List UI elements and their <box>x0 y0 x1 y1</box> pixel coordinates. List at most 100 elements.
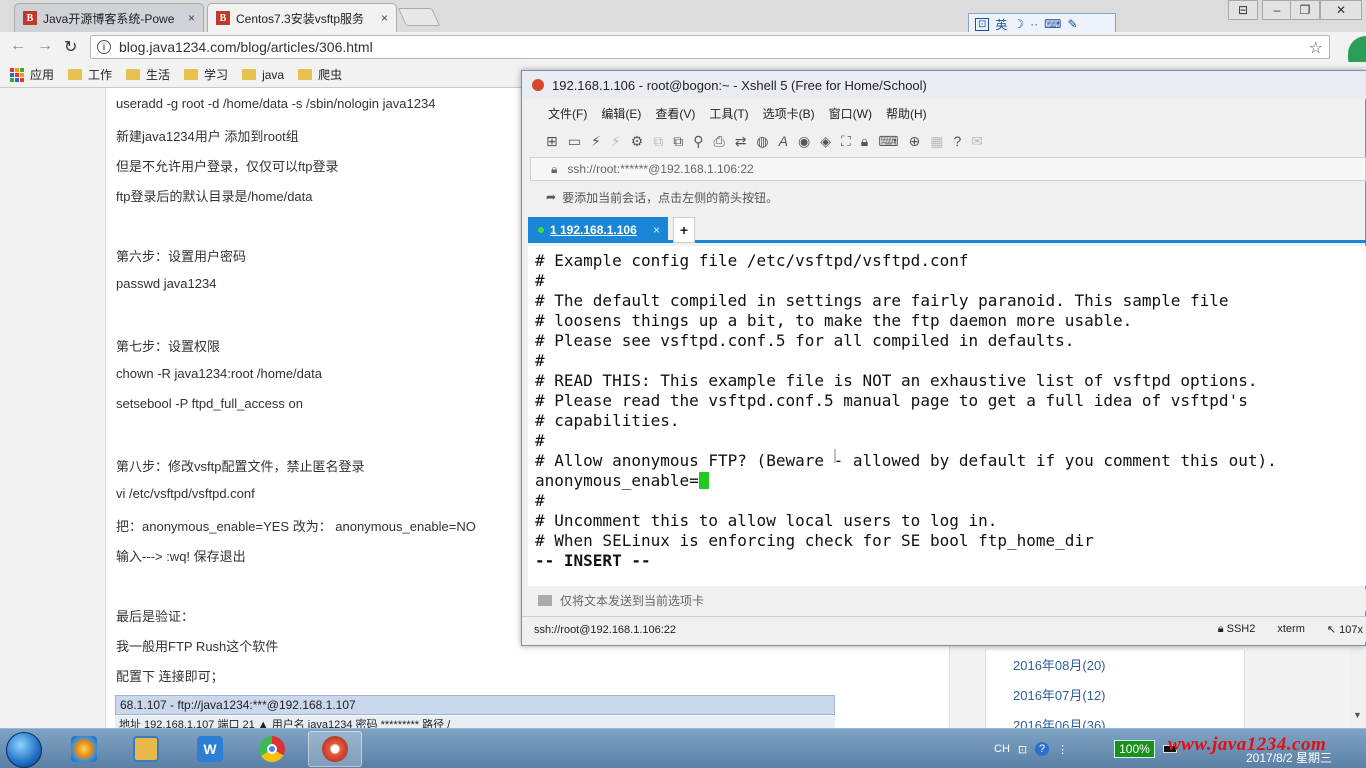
ime-icon[interactable]: ⊡ <box>1018 743 1027 756</box>
add-session-arrow-icon[interactable]: ➦ <box>546 190 556 204</box>
session-address-text[interactable]: ssh://root:******@192.168.1.106:22 <box>567 162 753 176</box>
terminal-line: # capabilities. <box>535 411 680 430</box>
terminal-line: # Uncomment this to allow local users to… <box>535 511 998 530</box>
menu-file[interactable]: 文件(F) <box>548 105 587 122</box>
bookmark-folder-crawler[interactable]: 爬虫 <box>298 66 342 83</box>
chat-icon[interactable]: ✉ <box>971 133 983 150</box>
compose-icon[interactable] <box>538 594 552 606</box>
session-tab[interactable]: 1 192.168.1.106 × <box>528 217 668 243</box>
article-line: vi /etc/vsftpd/vsftpd.conf <box>116 486 255 501</box>
vim-mode-indicator: -- INSERT -- <box>535 551 651 570</box>
site-favicon-icon: B <box>23 11 37 25</box>
bookmark-apps[interactable]: 应用 <box>10 66 54 83</box>
ime-keyboard-icon[interactable]: ⌨ <box>1044 17 1061 31</box>
browser-tab-vsftp[interactable]: B Centos7.3安装vsftp服务 × <box>207 3 397 32</box>
archive-link[interactable]: 2016年08月(20) <box>1013 655 1106 674</box>
bookmark-label: 生活 <box>146 68 171 82</box>
copy-icon[interactable]: ⧉ <box>653 133 663 150</box>
input-language-indicator[interactable]: CH <box>994 743 1010 755</box>
xmanager-icon[interactable]: ◈ <box>820 133 831 150</box>
folder-icon <box>184 69 199 80</box>
session-address-bar[interactable]: 🔒︎ ssh://root:******@192.168.1.106:22 <box>530 157 1366 181</box>
print-icon[interactable]: ⎙ <box>713 133 724 150</box>
address-bar[interactable]: i blog.java1234.com/blog/articles/306.ht… <box>90 35 1330 59</box>
transfer-icon[interactable]: ⇄ <box>735 133 747 150</box>
ime-dots-icon[interactable]: ·· <box>1030 17 1038 31</box>
ftp-rush-screenshot-titlebar: 68.1.107 - ftp://java1234:***@192.168.1.… <box>115 695 835 715</box>
menu-tools[interactable]: 工具(T) <box>709 105 748 122</box>
font-icon[interactable]: A <box>779 133 788 149</box>
new-session-icon[interactable]: ⊞ <box>546 133 558 150</box>
article-line: 第八步：修改vsftp配置文件，禁止匿名登录 <box>116 459 365 474</box>
tab-close-icon[interactable]: × <box>381 11 388 25</box>
find-icon[interactable]: ⚲ <box>693 133 703 150</box>
browser-tab-blog[interactable]: B Java开源博客系统-Powe × <box>14 3 204 32</box>
minimize-button[interactable]: – <box>1262 0 1292 20</box>
url-text[interactable]: blog.java1234.com/blog/articles/306.html <box>119 39 373 55</box>
globe-icon[interactable]: ◍ <box>756 133 768 150</box>
taskbar-app-ie[interactable] <box>57 731 111 767</box>
ime-logo-icon: ⊡ <box>975 17 990 31</box>
taskbar-app-writer[interactable]: W <box>183 731 237 767</box>
reconnect-icon[interactable]: ⚡ <box>591 133 601 150</box>
xftp-icon[interactable]: ◉ <box>798 133 810 150</box>
session-tab-label: 1 192.168.1.106 <box>550 223 637 237</box>
terminal-screen[interactable]: # Example config file /etc/vsftpd/vsftpd… <box>528 246 1366 586</box>
folder-icon <box>68 69 83 80</box>
session-hint-text: 要添加当前会话，点击左侧的箭头按钮。 <box>562 190 779 205</box>
layout-icon[interactable]: ▦ <box>930 133 943 150</box>
tab-close-icon[interactable]: × <box>188 11 195 25</box>
close-window-button[interactable]: ✕ <box>1320 0 1362 20</box>
forward-arrow-icon[interactable]: → <box>37 37 53 55</box>
info-icon[interactable]: i <box>97 40 111 54</box>
help-icon[interactable]: ? <box>953 133 961 149</box>
taskbar-clock[interactable]: 2017/8/2 星期三 <box>1246 749 1332 766</box>
archive-link[interactable]: 2016年07月(12) <box>1013 685 1106 704</box>
taskbar-app-chrome[interactable] <box>245 731 299 767</box>
article-line: passwd java1234 <box>116 276 217 291</box>
paste-icon[interactable]: ⧉ <box>673 133 683 150</box>
bookmark-folder-work[interactable]: 工作 <box>68 66 112 83</box>
back-arrow-icon[interactable]: ← <box>10 37 26 55</box>
start-button[interactable] <box>6 732 42 768</box>
help-icon[interactable]: ? <box>1035 742 1050 756</box>
add-session-tab-button[interactable]: + <box>673 217 695 243</box>
menu-tabs[interactable]: 选项卡(B) <box>763 105 815 122</box>
add-button-icon[interactable]: ⊕ <box>908 133 920 150</box>
properties-icon[interactable]: ⚙ <box>631 133 644 150</box>
menu-help[interactable]: 帮助(H) <box>886 105 927 122</box>
menu-view[interactable]: 查看(V) <box>655 105 695 122</box>
maximize-button[interactable]: ❐ <box>1290 0 1320 20</box>
new-tab-button[interactable] <box>397 8 441 26</box>
disconnect-icon[interactable]: ⚡ <box>611 133 621 150</box>
compose-bar[interactable]: 仅将文本发送到当前选项卡 <box>528 589 1366 611</box>
user-profile-button[interactable]: ⊟ <box>1228 0 1258 20</box>
lock-icon[interactable]: 🔒︎ <box>861 133 868 150</box>
xshell-statusbar: ssh://root@192.168.1.106:22 🔒︎ SSH2 xter… <box>522 616 1366 642</box>
terminal-line: # READ THIS: This example file is NOT an… <box>535 371 1258 390</box>
bookmark-folder-java[interactable]: java <box>242 68 284 82</box>
ime-settings-icon[interactable]: ✎ <box>1068 17 1078 31</box>
menu-edit[interactable]: 编辑(E) <box>601 105 641 122</box>
taskbar-app-explorer[interactable] <box>119 731 173 767</box>
scroll-down-icon[interactable]: ▼ <box>1353 710 1362 720</box>
taskbar-app-xshell[interactable] <box>308 731 362 767</box>
fullscreen-icon[interactable]: ⛶ <box>841 133 851 150</box>
open-folder-icon[interactable]: ▭ <box>568 133 581 150</box>
bookmark-folder-study[interactable]: 学习 <box>184 66 228 83</box>
xshell-window[interactable]: 192.168.1.106 - root@bogon:~ - Xshell 5 … <box>521 70 1366 646</box>
menu-window[interactable]: 窗口(W) <box>829 105 872 122</box>
bookmark-star-icon[interactable]: ☆ <box>1309 38 1323 58</box>
session-tab-close-icon[interactable]: × <box>653 223 660 237</box>
bookmark-label: 爬虫 <box>318 68 343 82</box>
xshell-titlebar[interactable]: 192.168.1.106 - root@bogon:~ - Xshell 5 … <box>522 71 1366 99</box>
terminal-line: # Allow anonymous FTP? (Beware - allowed… <box>535 451 1277 470</box>
status-protocol: 🔒︎ SSH2 <box>1218 623 1256 636</box>
ime-moon-icon[interactable]: ☽ <box>1013 17 1024 31</box>
battery-indicator[interactable]: 100% <box>1114 740 1155 758</box>
ime-language-label[interactable]: 英 <box>995 16 1007 33</box>
bookmark-folder-life[interactable]: 生活 <box>126 66 170 83</box>
tray-expand-icon[interactable]: ⋮ <box>1057 743 1068 756</box>
reload-icon[interactable]: ↻ <box>64 37 77 57</box>
keyboard-icon[interactable]: ⌨ <box>878 133 898 150</box>
